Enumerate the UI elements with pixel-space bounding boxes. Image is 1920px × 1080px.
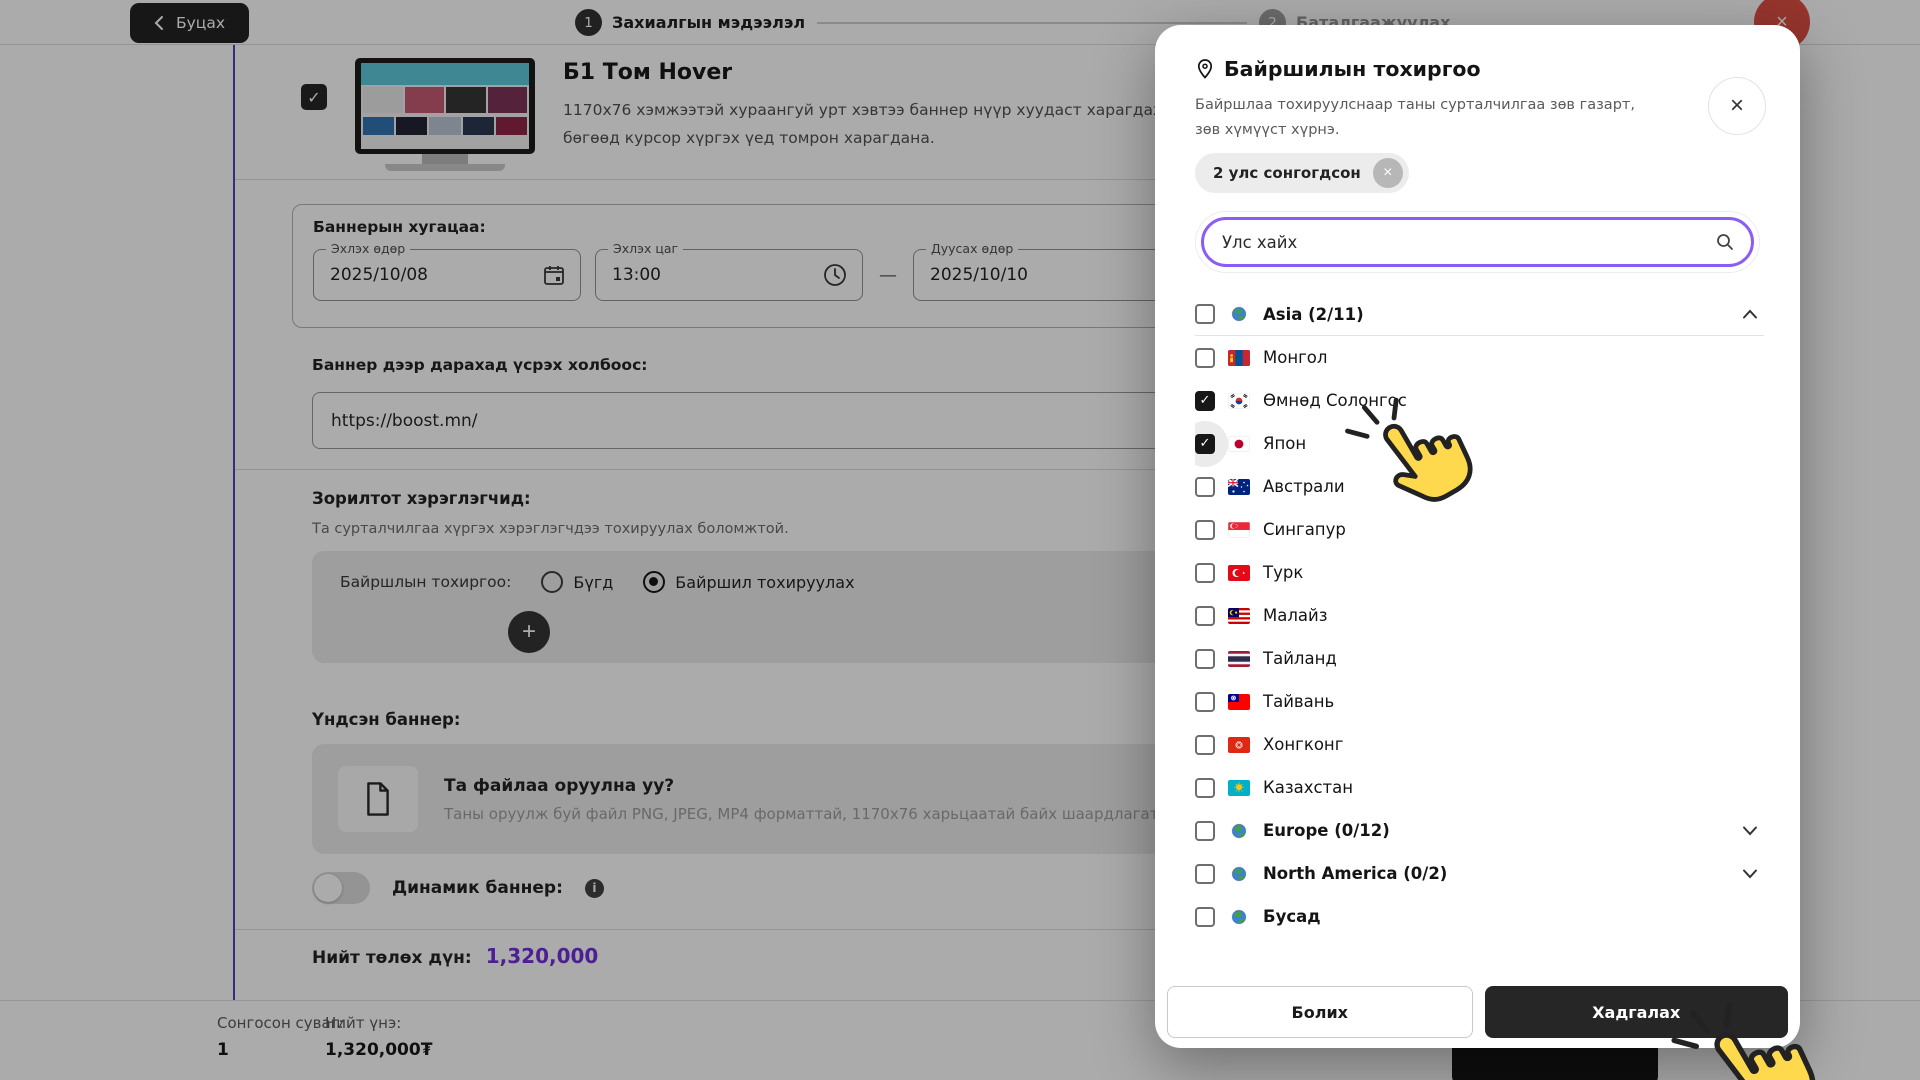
country-checkbox[interactable]: ✓ [1195, 520, 1215, 540]
country-checkbox[interactable]: ✓ [1195, 348, 1215, 368]
country-label: Өмнөд Солонгос [1263, 391, 1764, 410]
flag-icon [1228, 350, 1250, 366]
country-row[interactable]: ✓ Сингапур [1195, 508, 1764, 551]
country-checkbox[interactable]: ✓ [1195, 821, 1215, 841]
flag-icon [1228, 565, 1250, 581]
search-icon[interactable] [1715, 232, 1735, 252]
modal-title: Байршилын тохиргоо [1224, 57, 1481, 81]
flag-icon [1228, 737, 1250, 753]
country-label: Тайланд [1263, 649, 1764, 668]
country-checkbox[interactable]: ✓ [1195, 563, 1215, 583]
country-row[interactable]: ✓ Малайз [1195, 594, 1764, 637]
country-search-wrapper [1195, 211, 1760, 273]
location-settings-modal: Байршилын тохиргоо Байршлаа тохируулснаа… [1155, 25, 1800, 1048]
flag-icon [1228, 306, 1250, 322]
country-label: North America (0/2) [1263, 864, 1729, 883]
flag-icon [1228, 866, 1250, 882]
modal-close-button[interactable]: × [1708, 77, 1766, 135]
country-checkbox[interactable]: ✓ [1195, 735, 1215, 755]
flag-icon [1228, 909, 1250, 925]
country-row[interactable]: ✓ Тайвань [1195, 680, 1764, 723]
country-checkbox[interactable]: ✓ [1195, 477, 1215, 497]
country-label: Казахстан [1263, 778, 1764, 797]
country-label: Asia (2/11) [1263, 305, 1729, 324]
selected-countries-chip: 2 улс сонгогдсон × [1195, 153, 1409, 193]
country-row[interactable]: ✓ Япон [1195, 422, 1764, 465]
app-window: Буцах 1 Захиалгын мэдээлэл 2 Баталгаажуу… [0, 0, 1920, 1080]
country-label: Тайвань [1263, 692, 1764, 711]
country-checkbox[interactable]: ✓ [1195, 907, 1215, 927]
country-row[interactable]: ✓ Австрали [1195, 465, 1764, 508]
country-checkbox[interactable]: ✓ [1195, 864, 1215, 884]
country-label: Бусад [1263, 907, 1764, 926]
country-label: Австрали [1263, 477, 1764, 496]
flag-icon [1228, 522, 1250, 538]
flag-icon [1228, 479, 1250, 495]
country-checkbox[interactable]: ✓ [1195, 434, 1215, 454]
flag-icon [1228, 651, 1250, 667]
country-row[interactable]: ✓ Казахстан [1195, 766, 1764, 809]
country-search-input[interactable] [1222, 233, 1715, 252]
country-label: Монгол [1263, 348, 1764, 367]
country-checkbox[interactable]: ✓ [1195, 304, 1215, 324]
flag-icon [1228, 608, 1250, 624]
country-list: ✓ Asia (2/11) ✓ Монгол ✓ Өмнөд Солонгос … [1195, 293, 1764, 956]
close-icon: × [1730, 92, 1744, 120]
chip-clear-button[interactable]: × [1373, 158, 1403, 188]
chevron-down-icon[interactable] [1742, 869, 1758, 879]
country-label: Сингапур [1263, 520, 1764, 539]
cancel-button[interactable]: Болих [1167, 986, 1473, 1038]
save-button[interactable]: Хадгалах [1485, 986, 1789, 1038]
country-label: Япон [1263, 434, 1764, 453]
close-icon: × [1383, 164, 1392, 182]
country-row[interactable]: ✓ Europe (0/12) [1195, 809, 1764, 852]
country-label: Хонгконг [1263, 735, 1764, 754]
chevron-down-icon[interactable] [1742, 826, 1758, 836]
chip-label: 2 улс сонгогдсон [1213, 164, 1361, 182]
country-row[interactable]: ✓ Өмнөд Солонгос [1195, 379, 1764, 422]
country-row[interactable]: ✓ North America (0/2) [1195, 852, 1764, 895]
country-row[interactable]: ✓ Хонгконг [1195, 723, 1764, 766]
country-checkbox[interactable]: ✓ [1195, 778, 1215, 798]
country-checkbox[interactable]: ✓ [1195, 606, 1215, 626]
flag-icon [1228, 780, 1250, 796]
country-row[interactable]: ✓ Asia (2/11) [1195, 293, 1764, 336]
country-label: Малайз [1263, 606, 1764, 625]
country-row[interactable]: ✓ Монгол [1195, 336, 1764, 379]
flag-icon [1228, 694, 1250, 710]
country-label: Europe (0/12) [1263, 821, 1729, 840]
country-row[interactable]: ✓ Бусад [1195, 895, 1764, 938]
flag-icon [1228, 393, 1250, 409]
flag-icon [1228, 823, 1250, 839]
country-row[interactable]: ✓ Тайланд [1195, 637, 1764, 680]
chevron-up-icon[interactable] [1742, 309, 1758, 319]
location-pin-icon [1195, 58, 1215, 80]
country-label: Турк [1263, 563, 1764, 582]
modal-description: Байршлаа тохируулснаар таны сурталчилгаа… [1195, 93, 1635, 142]
country-checkbox[interactable]: ✓ [1195, 692, 1215, 712]
country-row[interactable]: ✓ Турк [1195, 551, 1764, 594]
country-checkbox[interactable]: ✓ [1195, 391, 1215, 411]
flag-icon [1228, 436, 1250, 452]
country-checkbox[interactable]: ✓ [1195, 649, 1215, 669]
